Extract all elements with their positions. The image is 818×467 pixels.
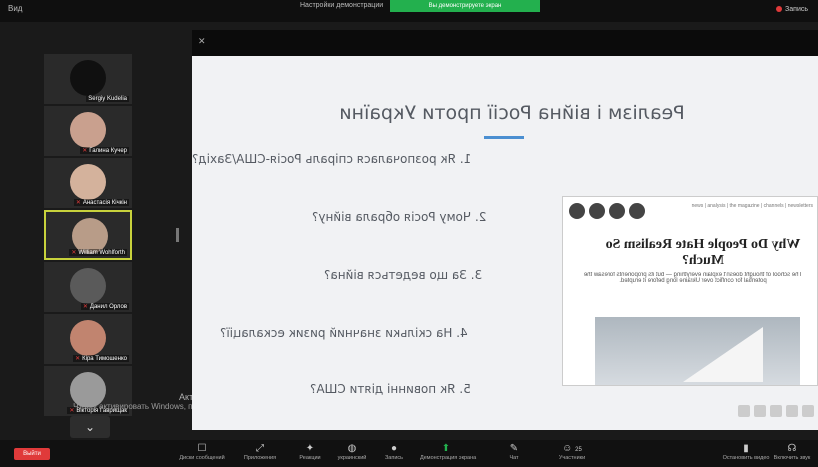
toolbar-item[interactable]: ▮ Остановить видео: [720, 443, 772, 461]
microphone-icon: ☊: [787, 443, 797, 454]
mic-muted-icon: ✕: [75, 200, 81, 206]
slide-point: 3. За що ведеться війна?: [324, 268, 483, 282]
toolbar-item[interactable]: ☊ Включить звук: [766, 443, 818, 461]
split-view-handle[interactable]: [176, 228, 179, 242]
participant-name: William Wohlforth: [78, 250, 125, 256]
article-controls: [569, 203, 645, 219]
slide-point: 4. На скільки значний ризик ескалації?: [220, 326, 468, 340]
expand-icon[interactable]: [802, 405, 814, 417]
toolbar-label: Остановить видео: [722, 455, 770, 461]
participant-count: 25: [575, 447, 582, 453]
sharing-indicator: Вы демонстрируете экран: [390, 0, 540, 12]
participant-name: Галина Кучер: [89, 148, 127, 154]
apps-icon: ⤢: [256, 443, 264, 454]
toolbar-label: Чат: [509, 455, 519, 461]
screen-icon[interactable]: [770, 405, 782, 417]
leave-meeting-button[interactable]: Выйти: [14, 448, 50, 460]
toolbar-label: Приложения: [243, 455, 277, 461]
participant-name: Данил Орлов: [89, 304, 127, 310]
participant-tile[interactable]: ✕ Галина Кучер: [44, 106, 132, 156]
annotation-controls: [738, 405, 814, 417]
video-icon: ▮: [743, 443, 749, 454]
slide-point: 2. Чому Росія обрала війну?: [312, 210, 487, 224]
participants-icon: ☺ 25: [546, 443, 598, 455]
mic-muted-icon: ✕: [82, 304, 88, 310]
close-icon[interactable]: ✕: [198, 36, 206, 47]
participant-name-label: ✕ William Wohlforth: [69, 249, 127, 256]
toolbar-item[interactable]: ☺ 25 Участники: [546, 443, 598, 461]
toolbar-item[interactable]: ● Запись: [368, 443, 420, 461]
participant-tile[interactable]: ✕ Кіра Тимошенко: [44, 314, 132, 364]
embedded-article: news | analysis | the magazine | channel…: [562, 196, 818, 386]
participant-video: [70, 112, 106, 148]
share-screen-icon: ⬆: [441, 443, 451, 454]
mic-muted-icon: ✕: [71, 250, 77, 256]
pen-icon[interactable]: [754, 405, 766, 417]
participant-name-label: ✕ Галина Кучер: [80, 147, 129, 154]
toolbar-label: Включить звук: [773, 455, 811, 461]
participant-name: Кіра Тимошенко: [82, 356, 127, 362]
zoom-icon[interactable]: [738, 405, 750, 417]
slide-point: 5. Як повинні діяти США?: [310, 382, 471, 396]
participant-name-label: ✕ Данил Орлов: [80, 303, 129, 310]
view-menu[interactable]: Вид: [8, 4, 22, 13]
chevron-down-icon: ⌄: [84, 420, 96, 434]
arrow-icon[interactable]: [786, 405, 798, 417]
close-icon[interactable]: [629, 203, 645, 219]
pause-icon[interactable]: [609, 203, 625, 219]
recording-indicator: Запись: [776, 6, 808, 13]
share-settings-menu[interactable]: Настройки демонстрации: [300, 2, 383, 9]
toolbar-label: Участники: [558, 455, 586, 461]
participant-tile[interactable]: Sergiy Kudelia: [44, 54, 132, 104]
participant-tile[interactable]: ✕ Данил Орлов: [44, 262, 132, 312]
toolbar-item[interactable]: ⤢ Приложения: [234, 443, 286, 461]
participant-tile[interactable]: ✕ Анастасія Кічкін: [44, 158, 132, 208]
participant-video: [70, 164, 106, 200]
participant-video: [70, 320, 106, 356]
toolbar-item[interactable]: ⬆ Демонстрация экрана: [420, 443, 477, 461]
article-subtitle: The school of thought doesn't explain ev…: [583, 272, 803, 284]
slide-title: Реалізм і війна Росії проти України: [339, 102, 685, 124]
participant-gallery: Sergiy Kudelia ✕ Галина Кучер ✕ Анастасія …: [44, 54, 138, 418]
toolbar-item[interactable]: ☐ Диски сообщений: [176, 443, 228, 461]
participant-name: Sergiy Kudelia: [86, 96, 129, 102]
participant-video: [70, 268, 106, 304]
article-photo-sail: [683, 327, 763, 382]
mic-muted-icon: ✕: [75, 356, 81, 362]
toolbar-label: Запись: [384, 455, 404, 461]
top-bar: Вид Настройки демонстрации Вы демонстрир…: [0, 0, 818, 22]
title-underline: [484, 136, 524, 139]
toolbar-label: Демонстрация экрана: [420, 455, 477, 461]
record-icon: ●: [390, 443, 398, 454]
toolbar-item[interactable]: ✎ Чат: [488, 443, 540, 461]
mic-muted-icon: ✕: [82, 148, 88, 154]
meeting-toolbar: Выйти ☐ Диски сообщений ⤢ Приложения ✦ Р…: [0, 440, 818, 467]
active-speaker-tile[interactable]: ✕ William Wohlforth: [44, 210, 132, 260]
prev-icon[interactable]: [569, 203, 585, 219]
participant-video: [70, 60, 106, 96]
participant-name-label: ✕ Анастасія Кічкін: [73, 199, 129, 206]
participants-glyph: ☺: [562, 443, 573, 454]
article-nav: news | analysis | the magazine | channel…: [691, 203, 813, 209]
chat-icon: ✎: [509, 443, 519, 454]
slide-point: 1. Як розпочалася спіраль Росія-США/Захі…: [192, 152, 472, 166]
participant-name: Анастасія Кічкін: [82, 200, 127, 206]
article-title: Why Do People Hate Realism So Much?: [605, 237, 801, 268]
next-icon[interactable]: [589, 203, 605, 219]
participant-name-label: ✕ Кіра Тимошенко: [73, 355, 129, 362]
message-icon: ☐: [197, 443, 207, 454]
toolbar-label: Диски сообщений: [179, 455, 225, 461]
